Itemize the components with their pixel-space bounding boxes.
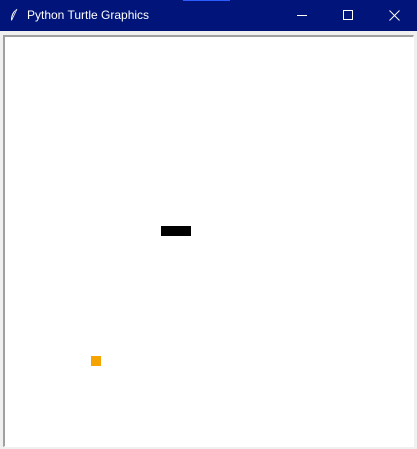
title-bar-accent <box>183 0 230 1</box>
minimize-icon <box>297 15 307 16</box>
close-button[interactable] <box>371 0 417 31</box>
turtle-window: Python Turtle Graphics <box>0 0 417 449</box>
maximize-button[interactable] <box>325 0 371 31</box>
snake-body <box>161 226 191 236</box>
feather-icon[interactable] <box>9 8 19 22</box>
maximize-icon <box>343 10 353 20</box>
close-icon <box>389 10 400 21</box>
minimize-button[interactable] <box>279 0 325 31</box>
turtle-canvas[interactable] <box>3 35 414 447</box>
window-title: Python Turtle Graphics <box>27 8 150 22</box>
food-square <box>91 356 101 366</box>
title-bar[interactable]: Python Turtle Graphics <box>0 0 417 31</box>
window-client-area <box>0 31 417 449</box>
